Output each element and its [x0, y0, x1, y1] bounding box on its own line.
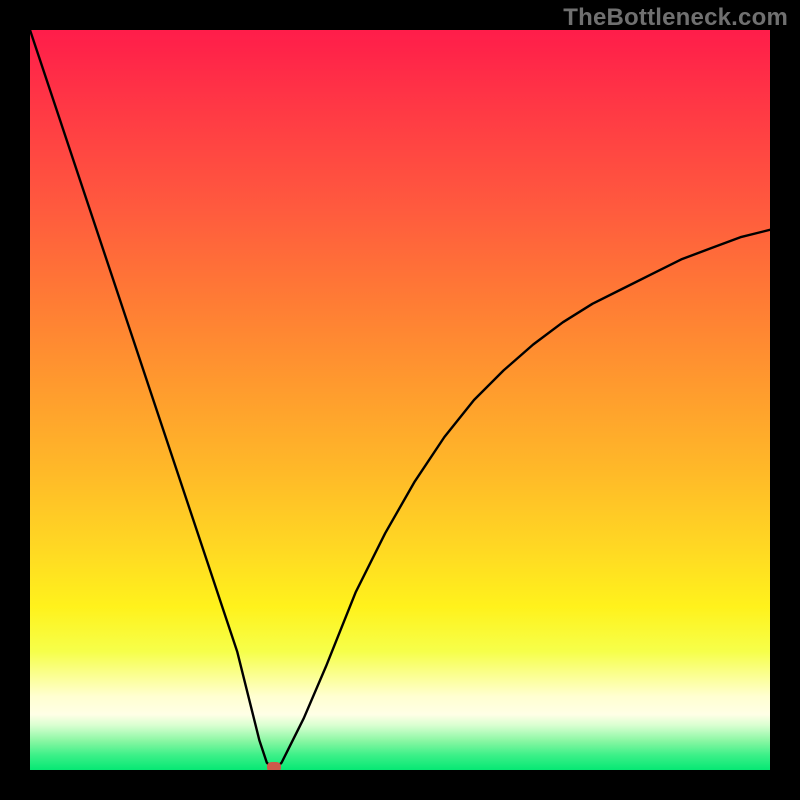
watermark-text: TheBottleneck.com: [563, 4, 788, 32]
bottleneck-curve: [30, 30, 770, 770]
plot-area: [30, 30, 770, 770]
chart-frame: TheBottleneck.com: [0, 0, 800, 800]
minimum-marker: [267, 762, 281, 770]
